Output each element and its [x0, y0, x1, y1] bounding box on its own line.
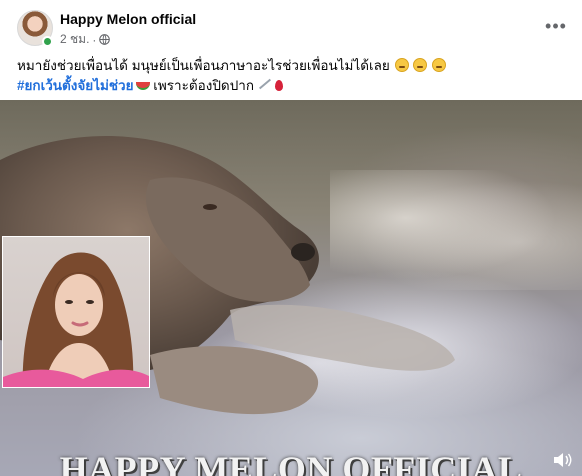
portrait-photo	[3, 252, 149, 387]
knife-emoji-icon	[259, 78, 272, 90]
weary-face-emoji-icon	[432, 58, 447, 72]
speaker-icon	[554, 453, 572, 467]
video-player[interactable]: HAPPY MELON OFFICIAL	[0, 100, 582, 476]
post-caption: หมายังช่วยเพื่อนได้ มนุษย์เป็นเพื่อนภาษา…	[17, 56, 572, 96]
watermelon-emoji-icon	[135, 82, 150, 90]
globe-icon	[99, 34, 111, 45]
weary-face-emoji-icon	[413, 58, 428, 72]
more-options-icon: •••	[545, 16, 567, 36]
caption-text-2: เพราะต้องปิดปาก	[149, 78, 255, 93]
more-options-button[interactable]: •••	[540, 12, 572, 40]
inset-portrait-image	[2, 236, 150, 388]
post-header: Happy Melon official 2 ชม. · •••	[0, 0, 582, 52]
caption-line-2: #ยกเว้นตั้งจัยไม่ช่วย เพราะต้องปิดปาก	[17, 76, 572, 96]
meta-separator: ·	[92, 32, 97, 47]
post-timestamp[interactable]: 2 ชม.	[60, 30, 89, 49]
caption-text: หมายังช่วยเพื่อนได้ มนุษย์เป็นเพื่อนภาษา…	[17, 58, 390, 73]
post-meta: 2 ชม. ·	[60, 30, 111, 49]
online-status-icon	[42, 36, 53, 47]
hashtag-link[interactable]: #ยกเว้นตั้งจัยไม่ช่วย	[17, 78, 134, 93]
volume-button[interactable]	[548, 448, 576, 472]
caption-line-1: หมายังช่วยเพื่อนได้ มนุษย์เป็นเพื่อนภาษา…	[17, 56, 572, 76]
video-watermark-text: HAPPY MELON OFFICIAL	[59, 449, 523, 476]
weary-face-emoji-icon	[394, 58, 409, 72]
page-name-link[interactable]: Happy Melon official	[60, 11, 196, 27]
drop-of-blood-emoji-icon	[275, 80, 284, 91]
